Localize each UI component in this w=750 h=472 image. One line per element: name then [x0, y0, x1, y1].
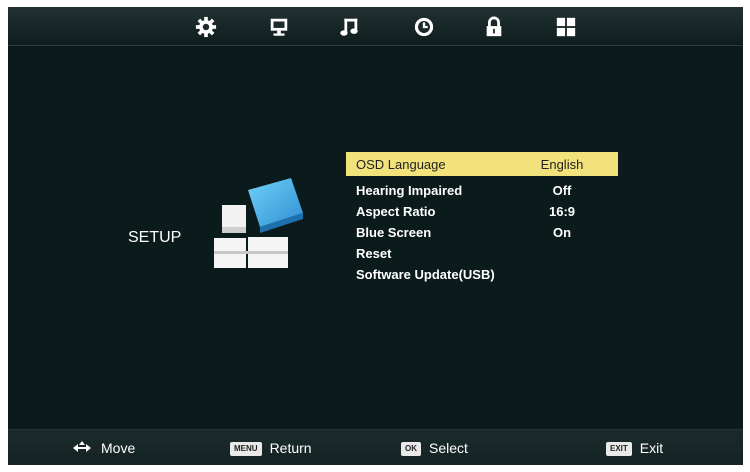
monitor-icon[interactable] [268, 16, 290, 38]
ok-key-icon: OK [401, 442, 421, 457]
music-note-icon[interactable] [338, 16, 360, 38]
menu-item-label: Blue Screen [356, 225, 432, 240]
return-label: Return [269, 440, 312, 456]
menu-item-value: English [540, 157, 584, 172]
menu-item-blue-screen[interactable]: Blue Screen On [346, 222, 618, 243]
menu-item-value: 16:9 [548, 204, 576, 219]
menu-item-label: Hearing Impaired [356, 183, 463, 198]
section-title: SETUP [128, 229, 182, 246]
select-hint: OK Select [401, 440, 468, 457]
menu-item-reset[interactable]: Reset [346, 243, 618, 264]
top-tab-bar [8, 7, 743, 46]
menu-item-label: Aspect Ratio [356, 204, 436, 219]
exit-hint: EXIT Exit [606, 440, 664, 457]
footer-hint-bar: Move MENU Return OK Select EXIT Exit [8, 429, 743, 465]
move-hint: Move [73, 440, 135, 458]
menu-item-label: Reset [356, 246, 392, 261]
grid-icon[interactable] [555, 16, 577, 38]
clock-icon[interactable] [413, 16, 435, 38]
menu-key-icon: MENU [230, 442, 262, 457]
move-label: Move [101, 440, 136, 456]
menu-item-label: Software Update(USB) [356, 267, 495, 282]
menu-item-value: Off [552, 183, 572, 198]
settings-menu: OSD Language English Hearing Impaired Of… [346, 152, 618, 285]
tv-osd-screen: SETUP OSD Language English Hearing Impai… [8, 7, 743, 465]
exit-label: Exit [639, 440, 664, 456]
menu-item-hearing-impaired[interactable]: Hearing Impaired Off [346, 180, 618, 201]
menu-item-label: OSD Language [356, 157, 446, 172]
menu-item-osd-language[interactable]: OSD Language English [346, 152, 618, 176]
exit-key-icon: EXIT [606, 442, 632, 457]
select-label: Select [429, 440, 468, 456]
four-way-arrow-icon [73, 440, 91, 458]
menu-item-software-update[interactable]: Software Update(USB) [346, 264, 618, 285]
setup-blocks-icon [208, 175, 308, 275]
menu-item-aspect-ratio[interactable]: Aspect Ratio 16:9 [346, 201, 618, 222]
menu-item-value: On [552, 225, 572, 240]
gear-icon[interactable] [195, 16, 217, 38]
lock-icon[interactable] [483, 16, 505, 38]
return-hint: MENU Return [230, 440, 312, 457]
